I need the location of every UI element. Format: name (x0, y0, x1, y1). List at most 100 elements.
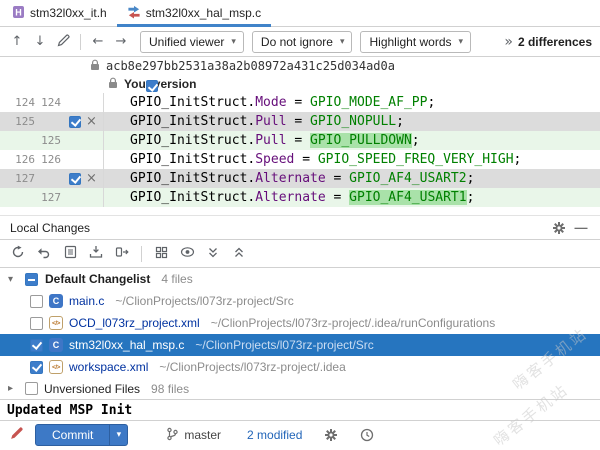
unversioned-checkbox[interactable] (25, 382, 38, 395)
file-checkbox[interactable] (30, 339, 43, 352)
changelist-checkbox[interactable] (25, 273, 38, 286)
file-path: ~/ClionProjects/l073rz-project/Src (195, 338, 373, 352)
tab-local-changes[interactable]: Local Changes (10, 221, 90, 235)
editor-tab-stm32l0xx-it-h[interactable]: H stm32l0xx_it.h (2, 0, 117, 26)
file-checkbox[interactable] (30, 295, 43, 308)
expanded-arrow-icon[interactable]: ▾ (8, 274, 19, 285)
next-change-button[interactable]: → (110, 31, 132, 53)
previous-change-button[interactable]: ← (87, 31, 109, 53)
expand-all-button[interactable] (201, 243, 225, 265)
include-all-changes-checkbox[interactable] (146, 80, 158, 92)
next-difference-button[interactable]: ↓ (29, 31, 51, 53)
code-line-text[interactable]: GPIO_InitStruct.Pull = GPIO_NOPULL; (104, 112, 404, 131)
edit-commit-message-pencil-icon[interactable] (9, 426, 24, 444)
code-punctuation: ; (412, 133, 420, 148)
code-operator: = (326, 190, 349, 205)
collapse-all-button[interactable] (227, 243, 251, 265)
code-line-text[interactable]: GPIO_InitStruct.Speed = GPIO_SPEED_FREQ_… (104, 150, 521, 169)
file-row-OCD_l073rz_project.xml[interactable]: </>OCD_l073rz_project.xml~/ClionProjects… (0, 312, 600, 334)
file-checkbox[interactable] (30, 317, 43, 330)
diff-icon (127, 5, 141, 22)
code-macro-value: GPIO_AF4_USART2 (349, 171, 466, 186)
h-file-icon: H (12, 5, 25, 22)
code-variable: GPIO_InitStruct (130, 133, 247, 148)
commit-button[interactable]: Commit ▾ (35, 424, 128, 446)
viewer-mode-value: Unified viewer (149, 35, 224, 49)
diff-gutter: 126126 (0, 150, 104, 169)
diff-gutter: 125 (0, 131, 104, 150)
edit-source-button[interactable] (52, 31, 74, 53)
old-line-number: 124 (0, 93, 38, 112)
vcs-toolbar (0, 240, 600, 268)
file-name: stm32l0xx_hal_msp.c (69, 338, 184, 352)
branch-widget[interactable]: master (166, 427, 221, 444)
file-row-workspace.xml[interactable]: </>workspace.xml~/ClionProjects/l073rz-p… (0, 356, 600, 378)
new-line-number: 125 (38, 131, 62, 150)
previous-difference-button[interactable]: ↑ (6, 31, 28, 53)
rollback-button[interactable] (32, 243, 56, 265)
highlight-mode-select[interactable]: Highlight words ▾ (360, 31, 471, 53)
diff-line-127: 127×GPIO_InitStruct.Alternate = GPIO_AF4… (0, 169, 600, 188)
git-branch-icon (166, 427, 179, 444)
include-change-checkbox[interactable] (69, 173, 81, 185)
file-row-main.c[interactable]: Cmain.c~/ClionProjects/l073rz-project/Sr… (0, 290, 600, 312)
code-line-text[interactable]: GPIO_InitStruct.Alternate = GPIO_AF4_USA… (104, 188, 474, 207)
editor-tab-bar: H stm32l0xx_it.h stm32l0xx_hal_msp.c (0, 0, 600, 27)
diff-gutter: 124124 (0, 93, 104, 112)
ignore-mode-select[interactable]: Do not ignore ▾ (252, 31, 353, 53)
group-by-button[interactable] (149, 243, 173, 265)
code-punctuation: ; (396, 114, 404, 129)
include-change-checkbox[interactable] (69, 116, 81, 128)
file-checkbox[interactable] (30, 361, 43, 374)
code-variable: GPIO_InitStruct (130, 190, 247, 205)
gear-icon[interactable] (548, 221, 570, 235)
differences-count-label: 2 differences (518, 35, 592, 49)
file-path: ~/ClionProjects/l073rz-project/Src (115, 294, 293, 308)
code-variable: GPIO_InitStruct (130, 171, 247, 186)
show-diff-button[interactable] (58, 243, 82, 265)
right-arrow-icon: → (116, 35, 127, 48)
up-arrow-icon: ↑ (12, 35, 23, 48)
unversioned-files-row[interactable]: ▸ Unversioned Files 98 files (0, 378, 600, 399)
preview-diff-button[interactable] (175, 243, 199, 265)
diff-line-124: 124124GPIO_InitStruct.Mode = GPIO_MODE_A… (0, 93, 600, 112)
diff-pane: acb8e297bb2531a38a2b08972a431c25d034ad0a… (0, 57, 600, 215)
file-row-stm32l0xx_hal_msp.c[interactable]: Cstm32l0xx_hal_msp.c~/ClionProjects/l073… (0, 334, 600, 356)
pencil-icon (57, 34, 70, 50)
old-line-number: 126 (0, 150, 38, 169)
more-actions-chevron[interactable]: » (500, 34, 517, 50)
code-operator: = (287, 133, 310, 148)
code-line-text[interactable]: GPIO_InitStruct.Alternate = GPIO_AF4_USA… (104, 169, 474, 188)
code-macro-value: GPIO_AF4_USART1 (349, 190, 466, 205)
refresh-button[interactable] (6, 243, 30, 265)
code-punctuation: ; (427, 95, 435, 110)
new-line-number: 127 (38, 188, 62, 207)
history-clock-icon[interactable] (360, 428, 374, 442)
code-struct-field: Pull (255, 133, 286, 148)
code-line-text[interactable]: GPIO_InitStruct.Pull = GPIO_PULLDOWN; (104, 131, 420, 150)
code-macro-value: GPIO_NOPULL (310, 114, 396, 129)
code-line-text[interactable]: GPIO_InitStruct.Mode = GPIO_MODE_AF_PP; (104, 93, 435, 112)
modified-files-link[interactable]: 2 modified (247, 428, 302, 442)
xml-file-icon: </> (49, 360, 63, 374)
changelist-row[interactable]: ▾ Default Changelist 4 files (0, 268, 600, 290)
move-to-changelist-button[interactable] (110, 243, 134, 265)
editor-tab-stm32l0xx-hal-msp-c[interactable]: stm32l0xx_hal_msp.c (117, 0, 271, 26)
commit-message-field[interactable]: Updated MSP Init (0, 399, 600, 420)
collapsed-arrow-icon[interactable]: ▸ (8, 383, 19, 394)
commit-button-label[interactable]: Commit (36, 425, 109, 445)
shelve-button[interactable] (84, 243, 108, 265)
rollback-change-x-icon[interactable]: × (86, 172, 97, 185)
unversioned-files-label: Unversioned Files (44, 382, 140, 396)
changelist-name: Default Changelist (45, 272, 150, 286)
collapse-all-icon (233, 246, 245, 262)
hide-panel-icon[interactable]: — (570, 220, 592, 235)
gutter-controls: × (62, 172, 103, 185)
code-struct-field: Speed (255, 152, 294, 167)
settings-gear-icon[interactable] (324, 428, 338, 442)
commit-options-arrow[interactable]: ▾ (109, 425, 127, 445)
highlight-mode-value: Highlight words (369, 35, 451, 49)
commit-toolbar: Commit ▾ master 2 modified (0, 420, 600, 449)
viewer-mode-select[interactable]: Unified viewer ▾ (140, 31, 244, 53)
rollback-change-x-icon[interactable]: × (86, 115, 97, 128)
